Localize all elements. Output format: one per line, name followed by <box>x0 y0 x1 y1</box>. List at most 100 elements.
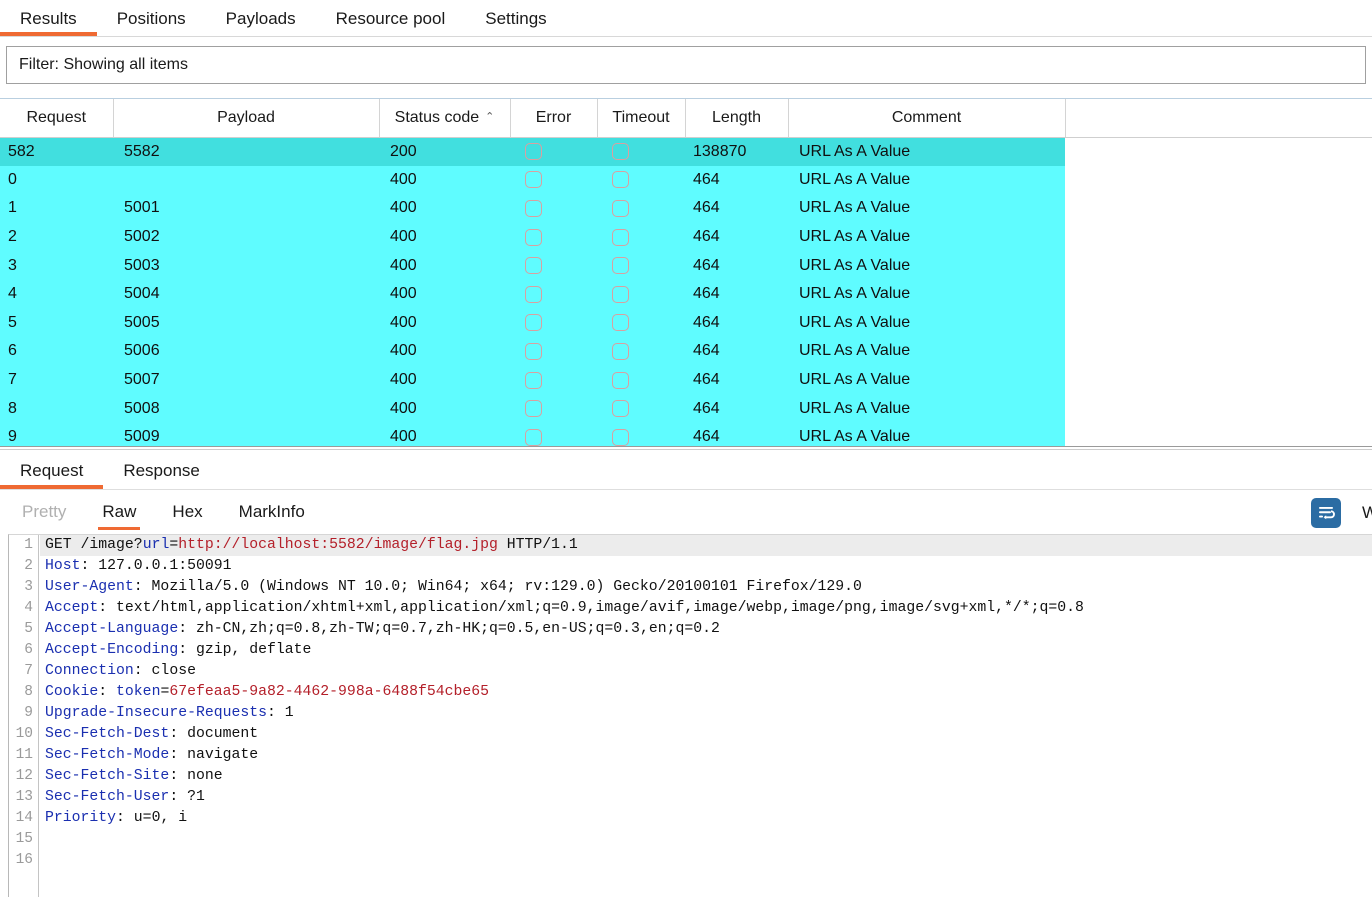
code-line: Accept-Language: zh-CN,zh;q=0.8,zh-TW;q=… <box>40 619 1372 640</box>
cell-filler <box>1065 337 1372 366</box>
table-row[interactable]: 75007400464URL As A Value <box>0 366 1372 395</box>
message-tab-label: Response <box>103 461 220 481</box>
code-line: GET /image?url=http://localhost:5582/ima… <box>40 535 1372 556</box>
results-table-container[interactable]: Request PayloadStatus code⌃ Error Timeout Le… <box>0 98 1372 446</box>
word-wrap-icon[interactable] <box>1311 498 1341 528</box>
cell-status-code: 400 <box>379 280 510 309</box>
tab-label: Settings <box>465 1 566 37</box>
tab-results[interactable]: Results <box>0 0 97 38</box>
cell-timeout <box>597 309 685 338</box>
column-header-label: Comment <box>892 109 961 126</box>
view-tab-markinfo[interactable]: MarkInfo <box>221 494 323 530</box>
column-header-status-code[interactable]: Status code⌃ <box>379 99 510 137</box>
error-checkbox[interactable] <box>525 372 542 389</box>
error-checkbox[interactable] <box>525 200 542 217</box>
tab-positions[interactable]: Positions <box>97 0 206 38</box>
column-header-error[interactable]: Error <box>510 99 597 137</box>
error-checkbox[interactable] <box>525 143 542 160</box>
cell-timeout <box>597 423 685 446</box>
error-checkbox[interactable] <box>525 343 542 360</box>
error-checkbox[interactable] <box>525 429 542 446</box>
top-tab-divider <box>0 36 1372 37</box>
error-checkbox[interactable] <box>525 314 542 331</box>
tab-settings[interactable]: Settings <box>465 0 566 38</box>
header-value: : zh-CN,zh;q=0.8,zh-TW;q=0.7,zh-HK;q=0.5… <box>178 621 720 637</box>
cell-status-code: 400 <box>379 194 510 223</box>
column-header-comment[interactable]: Comment <box>788 99 1065 137</box>
timeout-checkbox[interactable] <box>612 314 629 331</box>
column-header-timeout[interactable]: Timeout <box>597 99 685 137</box>
cell-status-code: 400 <box>379 337 510 366</box>
timeout-checkbox[interactable] <box>612 229 629 246</box>
column-header-request[interactable]: Request <box>0 99 113 137</box>
timeout-checkbox[interactable] <box>612 343 629 360</box>
timeout-checkbox[interactable] <box>612 257 629 274</box>
timeout-checkbox[interactable] <box>612 200 629 217</box>
table-row[interactable]: 55005400464URL As A Value <box>0 309 1372 338</box>
error-checkbox[interactable] <box>525 400 542 417</box>
timeout-checkbox[interactable] <box>612 143 629 160</box>
results-table-body[interactable]: 5825582200138870URL As A Value0400464URL… <box>0 137 1372 446</box>
table-row[interactable]: 35003400464URL As A Value <box>0 251 1372 280</box>
cell-length: 464 <box>685 366 788 395</box>
cell-timeout <box>597 337 685 366</box>
code-line: Priority: u=0, i <box>40 808 1372 829</box>
table-row[interactable]: 5825582200138870URL As A Value <box>0 137 1372 166</box>
line-number: 14 <box>9 808 38 829</box>
error-checkbox[interactable] <box>525 229 542 246</box>
error-checkbox[interactable] <box>525 171 542 188</box>
horizontal-splitter[interactable] <box>0 446 1372 450</box>
line-number: 9 <box>9 703 38 724</box>
timeout-checkbox[interactable] <box>612 400 629 417</box>
line-number: 12 <box>9 766 38 787</box>
header-value: : navigate <box>169 747 258 763</box>
table-row[interactable]: 65006400464URL As A Value <box>0 337 1372 366</box>
cell-timeout <box>597 280 685 309</box>
cell-filler <box>1065 194 1372 223</box>
view-tab-label: Pretty <box>0 502 84 522</box>
column-header-length[interactable]: Length <box>685 99 788 137</box>
line-number: 7 <box>9 661 38 682</box>
timeout-checkbox[interactable] <box>612 286 629 303</box>
header-value: : none <box>169 768 222 784</box>
header-value: : Mozilla/5.0 (Windows NT 10.0; Win64; x… <box>134 579 862 595</box>
request-editor[interactable]: 12345678910111213141516 GET /image?url=h… <box>8 534 1372 897</box>
table-row[interactable]: 85008400464URL As A Value <box>0 394 1372 423</box>
message-tab-request[interactable]: Request <box>0 452 103 489</box>
request-code-area[interactable]: GET /image?url=http://localhost:5582/ima… <box>40 535 1372 897</box>
code-line: Sec-Fetch-User: ?1 <box>40 787 1372 808</box>
header-name: Accept-Encoding <box>45 642 178 658</box>
table-row[interactable]: 95009400464URL As A Value <box>0 423 1372 446</box>
message-tab-response[interactable]: Response <box>103 452 220 489</box>
timeout-checkbox[interactable] <box>612 429 629 446</box>
cell-status-code: 400 <box>379 394 510 423</box>
column-header-label: Length <box>712 109 761 126</box>
tab-payloads[interactable]: Payloads <box>206 0 316 38</box>
table-row[interactable]: 45004400464URL As A Value <box>0 280 1372 309</box>
table-row[interactable]: 0400464URL As A Value <box>0 166 1372 195</box>
cell-filler <box>1065 309 1372 338</box>
filter-bar[interactable]: Filter: Showing all items <box>6 46 1366 84</box>
view-tab-pretty[interactable]: Pretty <box>0 494 84 530</box>
view-tab-hex[interactable]: Hex <box>154 494 220 530</box>
table-row[interactable]: 25002400464URL As A Value <box>0 223 1372 252</box>
table-row[interactable]: 15001400464URL As A Value <box>0 194 1372 223</box>
error-checkbox[interactable] <box>525 286 542 303</box>
timeout-checkbox[interactable] <box>612 372 629 389</box>
cell-payload: 5005 <box>113 309 379 338</box>
header-name: Sec-Fetch-Site <box>45 768 169 784</box>
column-header-label: Request <box>26 109 86 126</box>
cell-error <box>510 251 597 280</box>
column-header-label: Error <box>536 109 572 126</box>
column-header-payload[interactable]: Payload <box>113 99 379 137</box>
tab-resource-pool[interactable]: Resource pool <box>316 0 466 38</box>
view-tab-raw[interactable]: Raw <box>84 494 154 530</box>
line-number: 4 <box>9 598 38 619</box>
cell-comment: URL As A Value <box>788 309 1065 338</box>
cell-error <box>510 223 597 252</box>
error-checkbox[interactable] <box>525 257 542 274</box>
timeout-checkbox[interactable] <box>612 171 629 188</box>
header-name: Upgrade-Insecure-Requests <box>45 705 267 721</box>
header-name: Host <box>45 558 81 574</box>
cell-status-code: 400 <box>379 423 510 446</box>
